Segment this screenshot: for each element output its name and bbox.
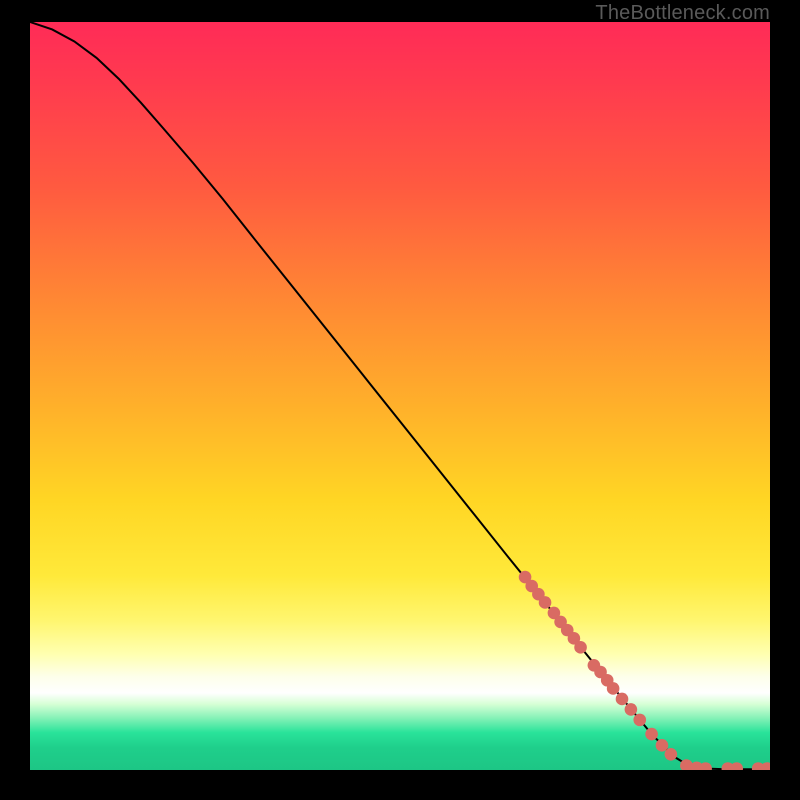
data-point xyxy=(633,714,646,727)
data-point xyxy=(574,641,587,654)
data-point xyxy=(690,761,703,770)
data-point xyxy=(722,762,735,770)
plot-area xyxy=(30,22,770,770)
data-point xyxy=(616,693,629,706)
data-point xyxy=(594,666,607,679)
data-point xyxy=(588,659,601,672)
data-point xyxy=(645,728,658,741)
data-point xyxy=(568,632,581,645)
data-point xyxy=(525,580,538,593)
data-point xyxy=(761,762,770,770)
data-point xyxy=(656,739,669,752)
data-point xyxy=(554,616,567,629)
data-point xyxy=(625,703,638,716)
data-point xyxy=(665,748,678,761)
data-point xyxy=(601,674,614,687)
data-point xyxy=(539,596,552,609)
data-point xyxy=(680,759,693,770)
data-point xyxy=(561,624,574,637)
chart-stage: TheBottleneck.com xyxy=(0,0,800,800)
bottleneck-curve xyxy=(30,22,770,769)
data-point xyxy=(532,588,545,601)
data-point xyxy=(752,762,765,770)
data-point xyxy=(607,682,620,695)
data-point xyxy=(730,762,743,770)
data-point xyxy=(699,762,712,770)
curve-overlay xyxy=(30,22,770,770)
data-point xyxy=(548,607,561,620)
data-point xyxy=(519,571,532,584)
